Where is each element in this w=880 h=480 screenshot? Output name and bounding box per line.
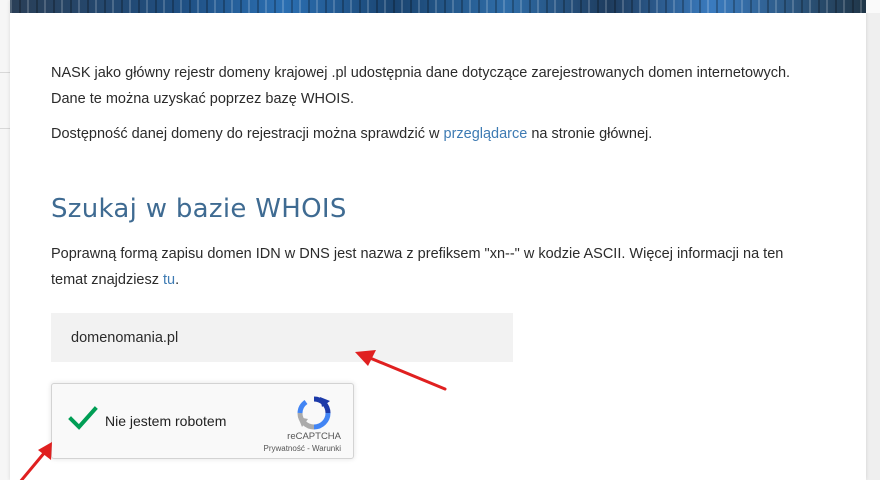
banner-edge: [866, 0, 880, 13]
recaptcha-label: Nie jestem robotem: [105, 413, 227, 429]
divider: [0, 128, 10, 129]
idn-info-line-1: Poprawną formą zapisu domen IDN w DNS je…: [51, 246, 784, 262]
idn-info-line-2-end: .: [175, 272, 180, 288]
idn-info-line-2: temat znajdziesz: [51, 272, 164, 288]
links-separator: -: [304, 444, 312, 453]
intro-paragraph: NASK jako główny rejestr domeny krajowej…: [51, 60, 790, 112]
page-left-edge: [0, 0, 10, 480]
whois-heading: Szukaj w bazie WHOIS: [51, 194, 347, 224]
privacy-link[interactable]: Prywatność: [263, 444, 304, 453]
more-info-link[interactable]: tu: [163, 272, 175, 288]
domain-search-input[interactable]: [51, 313, 513, 362]
availability-text-end: na stronie głównej.: [527, 126, 653, 142]
recaptcha-links: Prywatność - Warunki: [221, 444, 341, 453]
intro-line-1: NASK jako główny rejestr domeny krajowej…: [51, 65, 791, 81]
availability-text: Dostępność danej domeny do rejestracji m…: [51, 126, 444, 142]
recaptcha-logo-icon: [297, 396, 331, 430]
checkmark-icon[interactable]: [68, 406, 98, 432]
idn-info-paragraph: Poprawną formą zapisu domen IDN w DNS je…: [51, 241, 783, 293]
availability-paragraph: Dostępność danej domeny do rejestracji m…: [51, 121, 652, 147]
header-banner-image: [10, 0, 866, 13]
terms-link[interactable]: Warunki: [312, 444, 341, 453]
browser-link[interactable]: przeglądarce: [444, 126, 528, 142]
recaptcha-widget: Nie jestem robotem reCAPTCHA Prywatność …: [51, 383, 354, 459]
divider: [0, 72, 10, 73]
intro-line-2: Dane te można uzyskać poprzez bazę WHOIS…: [51, 91, 355, 107]
recaptcha-brand: reCAPTCHA: [287, 431, 341, 442]
